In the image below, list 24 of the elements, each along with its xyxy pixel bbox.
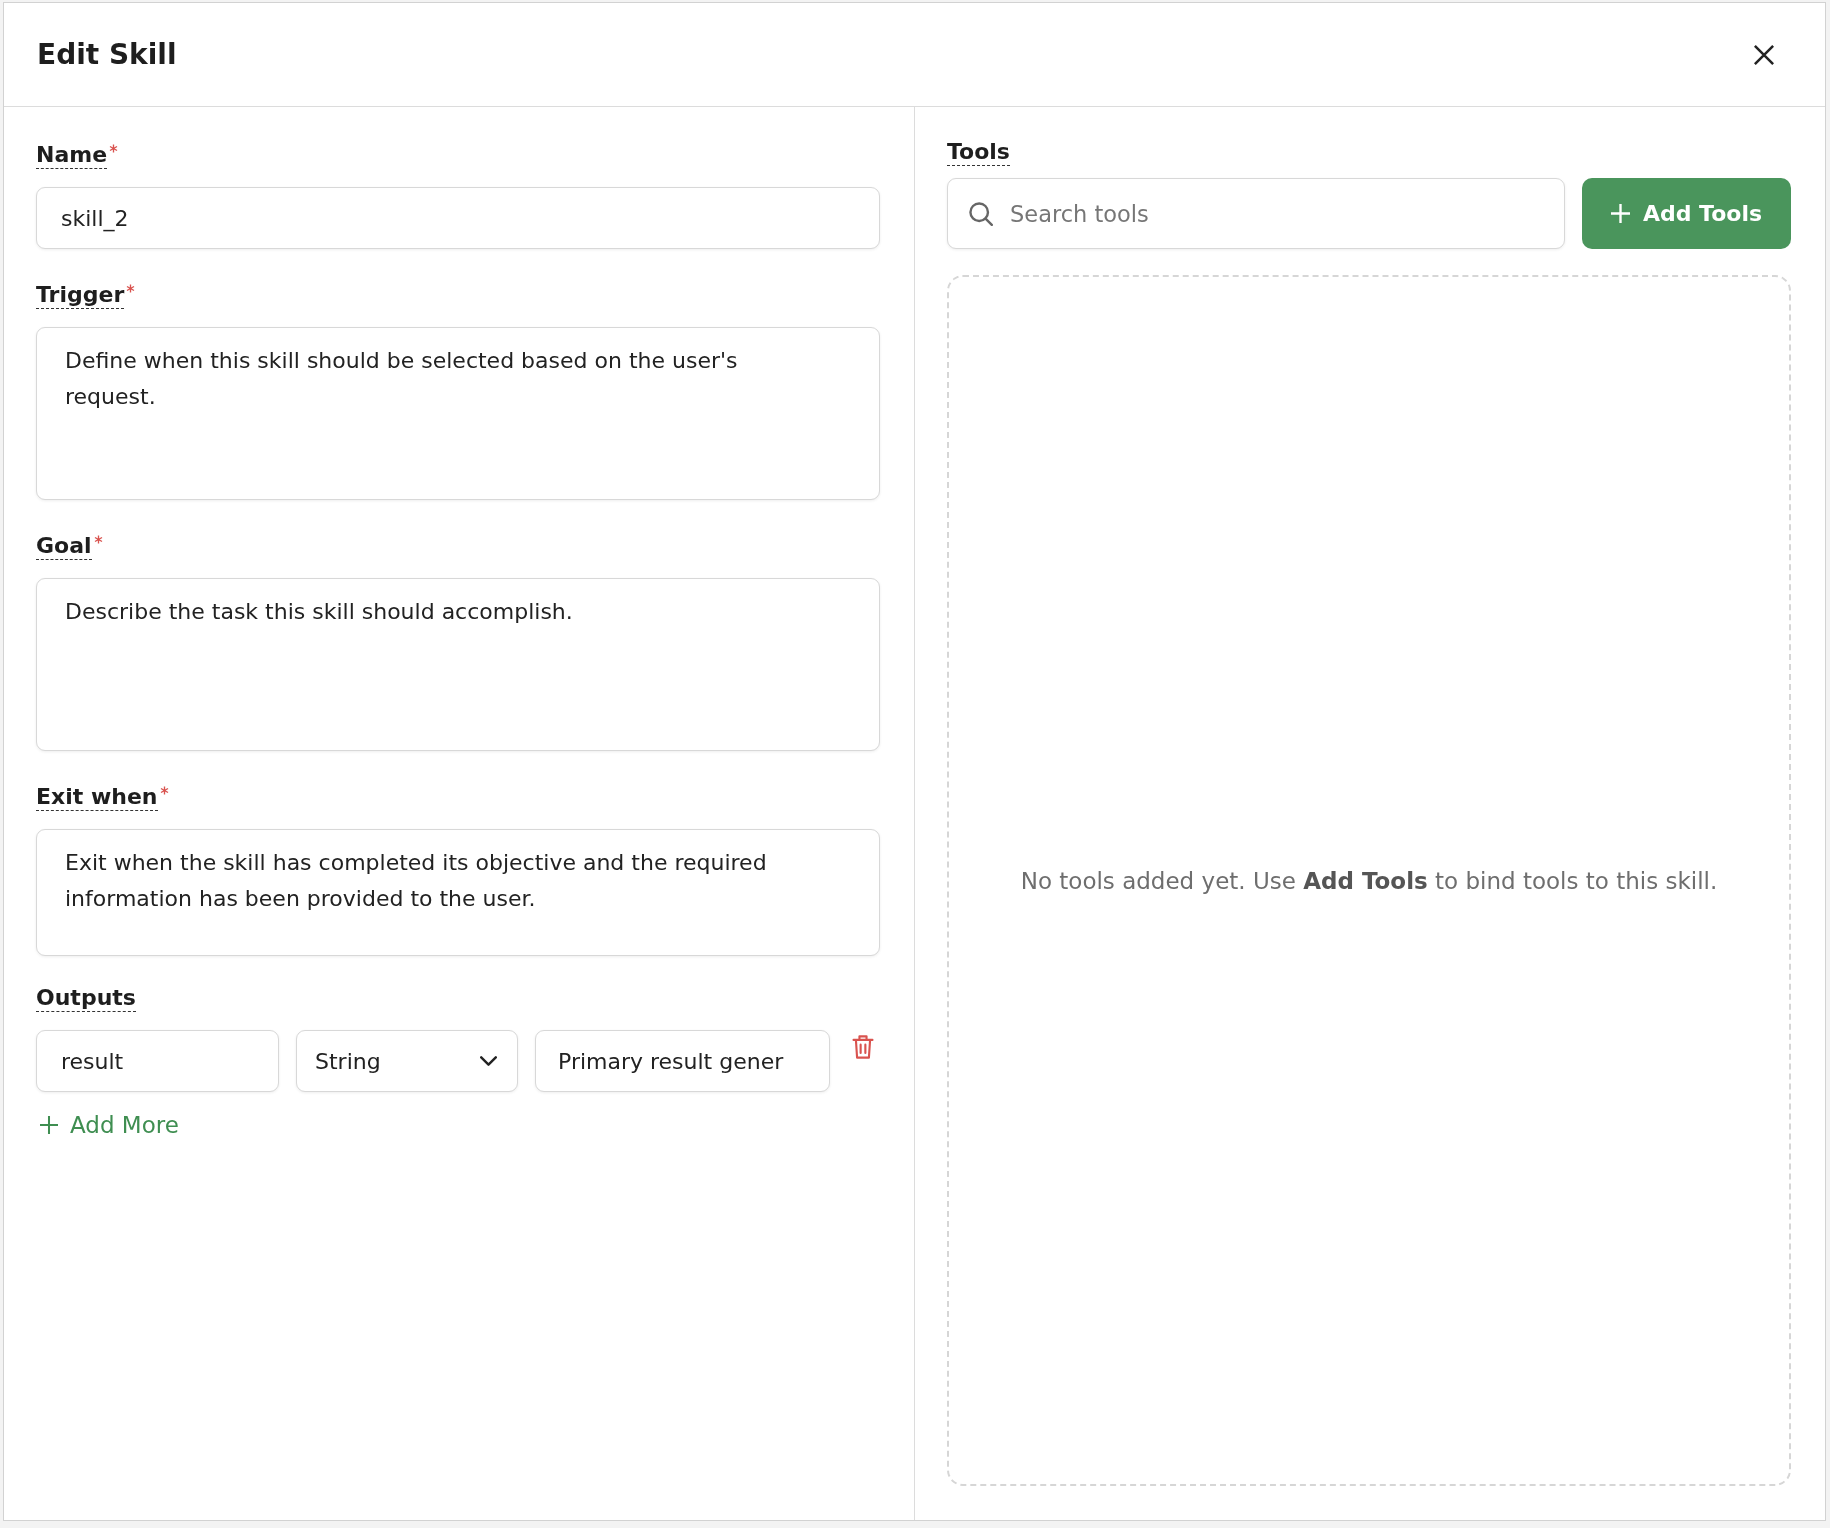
search-field[interactable]: Search tools bbox=[947, 178, 1565, 249]
field-label: Name bbox=[36, 142, 108, 169]
plus-icon bbox=[40, 1116, 58, 1134]
field-label: Tools bbox=[947, 139, 1010, 166]
plus-icon bbox=[1610, 204, 1630, 223]
input-field[interactable]: skill_2 bbox=[36, 187, 880, 249]
add-tools-button[interactable]: Add Tools bbox=[1582, 178, 1791, 249]
dialog-title: Edit Skill bbox=[37, 38, 177, 71]
close-icon[interactable] bbox=[1754, 44, 1774, 65]
field-label: Exit when bbox=[36, 784, 158, 811]
output-name-input[interactable]: result bbox=[36, 1030, 279, 1092]
field-label: Goal bbox=[36, 533, 92, 560]
field-label: Trigger bbox=[36, 282, 125, 309]
textarea-field[interactable]: Describe the task this skill should accomplish. bbox=[36, 578, 880, 751]
textarea-field[interactable]: Define when this skill should be selected based on the user's request. bbox=[36, 327, 880, 500]
chevron-down-icon bbox=[480, 1056, 497, 1066]
output-description-input[interactable]: Primary result gener bbox=[535, 1030, 830, 1092]
add-more-button[interactable]: Add More bbox=[36, 1110, 179, 1140]
textarea-field[interactable]: Exit when the skill has completed its objective and the required information has been provided to the user. bbox=[36, 829, 880, 956]
trash-icon[interactable] bbox=[852, 1034, 874, 1060]
search-icon bbox=[969, 201, 993, 226]
field-label: Outputs bbox=[36, 985, 136, 1012]
type-select[interactable]: String bbox=[296, 1030, 518, 1092]
empty-state-message: No tools added yet. Use Add Tools to bind tools to this skill. bbox=[1020, 867, 1718, 894]
